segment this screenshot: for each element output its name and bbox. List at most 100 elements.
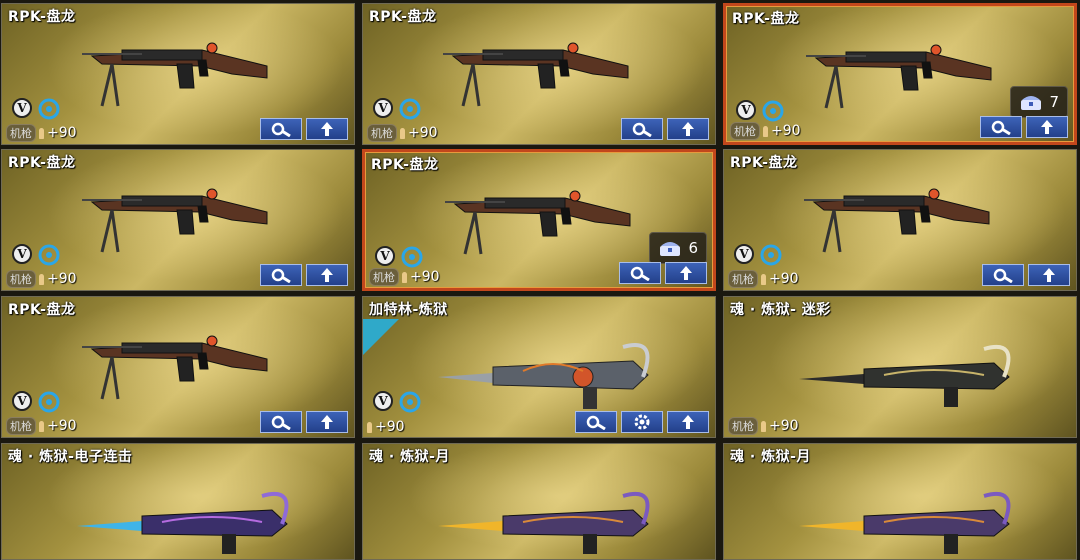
bullet-icon — [761, 273, 766, 285]
bullet-icon — [763, 125, 768, 137]
up-arrow-icon — [321, 122, 333, 136]
weapon-name: RPK-盘龙 — [8, 302, 76, 318]
weapon-name: RPK-盘龙 — [730, 155, 798, 171]
bullet-icon — [400, 127, 405, 139]
promote-button[interactable] — [665, 262, 707, 284]
weapon-stat: 机枪 +90 — [728, 270, 799, 288]
promote-button[interactable] — [306, 264, 348, 286]
v-badge-icon: V — [373, 391, 393, 411]
wheel-icon — [399, 391, 421, 413]
settings-button[interactable] — [621, 411, 663, 433]
bullet-icon — [367, 421, 372, 433]
badge-row: V — [375, 246, 423, 268]
rpk-rifle-image — [82, 188, 268, 253]
weapon-card[interactable]: RPK-盘龙 V 机枪 +90 — [1, 296, 355, 438]
promote-button[interactable] — [667, 118, 709, 140]
promote-button[interactable] — [1026, 116, 1068, 138]
soul-inferno-moon-image — [438, 492, 650, 554]
item-count-box: 7 — [1010, 86, 1068, 118]
promote-button[interactable] — [306, 411, 348, 433]
weapon-card[interactable]: RPK-盘龙 V 机枪 +90 — [723, 149, 1077, 291]
upgrade-button[interactable] — [575, 411, 617, 433]
up-arrow-icon — [680, 266, 692, 280]
bullet-icon — [39, 273, 44, 285]
chest-icon — [1021, 96, 1041, 110]
wheel-icon — [38, 391, 60, 413]
up-arrow-icon — [682, 415, 694, 429]
badge-row: V — [373, 98, 421, 120]
weapon-card[interactable]: 加特林-炼狱 V +90 — [362, 296, 716, 438]
v-badge-icon: V — [12, 244, 32, 264]
badge-row: V — [373, 391, 421, 413]
wrench-gear-icon — [632, 122, 652, 137]
weapon-type-tag: 机枪 — [728, 417, 758, 435]
weapon-card-selected[interactable]: RPK-盘龙 6 V 机枪 +90 — [362, 149, 716, 291]
badge-row: V — [12, 391, 60, 413]
v-badge-icon: V — [373, 98, 393, 118]
weapon-card[interactable]: RPK-盘龙 V 机枪 +90 — [1, 149, 355, 291]
bonus-value: +90 — [47, 125, 77, 141]
wrench-gear-icon — [630, 266, 650, 281]
wrench-gear-icon — [271, 122, 291, 137]
bullet-icon — [39, 127, 44, 139]
weapon-name: RPK-盘龙 — [732, 11, 800, 27]
weapon-card-selected[interactable]: RPK-盘龙 7 V 机枪 +90 — [723, 3, 1077, 145]
upgrade-button[interactable] — [260, 118, 302, 140]
promote-button[interactable] — [667, 411, 709, 433]
up-arrow-icon — [682, 122, 694, 136]
weapon-type-tag: 机枪 — [367, 124, 397, 142]
promote-button[interactable] — [306, 118, 348, 140]
weapon-card[interactable]: RPK-盘龙 V 机枪 +90 — [362, 3, 716, 145]
weapon-name: RPK-盘龙 — [8, 9, 76, 25]
wrench-gear-icon — [991, 120, 1011, 135]
badge-row: V — [736, 100, 784, 122]
weapon-type-tag: 机枪 — [6, 124, 36, 142]
wheel-icon — [38, 98, 60, 120]
wrench-gear-icon — [271, 415, 291, 430]
badge-row: V — [12, 98, 60, 120]
soul-inferno-electric-image — [77, 492, 289, 554]
weapon-card[interactable]: 魂 · 炼狱-月 — [723, 443, 1077, 560]
weapon-name: 魂 · 炼狱- 迷彩 — [730, 302, 831, 318]
weapon-stat: +90 — [367, 419, 405, 435]
weapon-card[interactable]: 魂 · 炼狱-电子连击 — [1, 443, 355, 560]
item-count-box: 6 — [649, 232, 707, 264]
weapon-stat: 机枪 +90 — [369, 268, 440, 286]
rpk-rifle-image — [804, 188, 990, 253]
weapon-stat: 机枪 +90 — [6, 270, 77, 288]
weapon-stat: 机枪 +90 — [6, 124, 77, 142]
upgrade-button[interactable] — [619, 262, 661, 284]
weapon-card[interactable]: 魂 · 炼狱-月 — [362, 443, 716, 560]
wheel-icon — [401, 246, 423, 268]
wrench-gear-icon — [271, 268, 291, 283]
bonus-value: +90 — [410, 269, 440, 285]
weapon-card[interactable]: RPK-盘龙 V 机枪 +90 — [1, 3, 355, 145]
weapon-card[interactable]: 魂 · 炼狱- 迷彩 机枪 +90 — [723, 296, 1077, 438]
v-badge-icon: V — [734, 244, 754, 264]
weapon-name: 加特林-炼狱 — [369, 302, 448, 318]
up-arrow-icon — [321, 268, 333, 282]
item-count: 6 — [688, 239, 698, 257]
gatling-inferno-image — [438, 343, 650, 409]
v-badge-icon: V — [375, 246, 395, 266]
upgrade-button[interactable] — [260, 264, 302, 286]
v-badge-icon: V — [12, 391, 32, 411]
up-arrow-icon — [321, 415, 333, 429]
up-arrow-icon — [1043, 268, 1055, 282]
upgrade-button[interactable] — [982, 264, 1024, 286]
promote-button[interactable] — [1028, 264, 1070, 286]
weapon-stat: 机枪 +90 — [730, 122, 801, 140]
upgrade-button[interactable] — [980, 116, 1022, 138]
soul-inferno-moon-image — [799, 492, 1011, 554]
weapon-name: RPK-盘龙 — [369, 9, 437, 25]
weapon-name: RPK-盘龙 — [371, 157, 439, 173]
weapon-type-tag: 机枪 — [728, 270, 758, 288]
wheel-icon — [38, 244, 60, 266]
upgrade-button[interactable] — [260, 411, 302, 433]
weapon-name: 魂 · 炼狱-电子连击 — [8, 449, 133, 465]
weapon-inventory-grid: RPK-盘龙 V 机枪 +90 RPK-盘龙 V 机枪 +90 RPK-盘龙 7… — [0, 0, 1080, 560]
bonus-value: +90 — [771, 123, 801, 139]
weapon-type-tag: 机枪 — [369, 268, 399, 286]
rpk-rifle-image — [445, 190, 631, 255]
upgrade-button[interactable] — [621, 118, 663, 140]
